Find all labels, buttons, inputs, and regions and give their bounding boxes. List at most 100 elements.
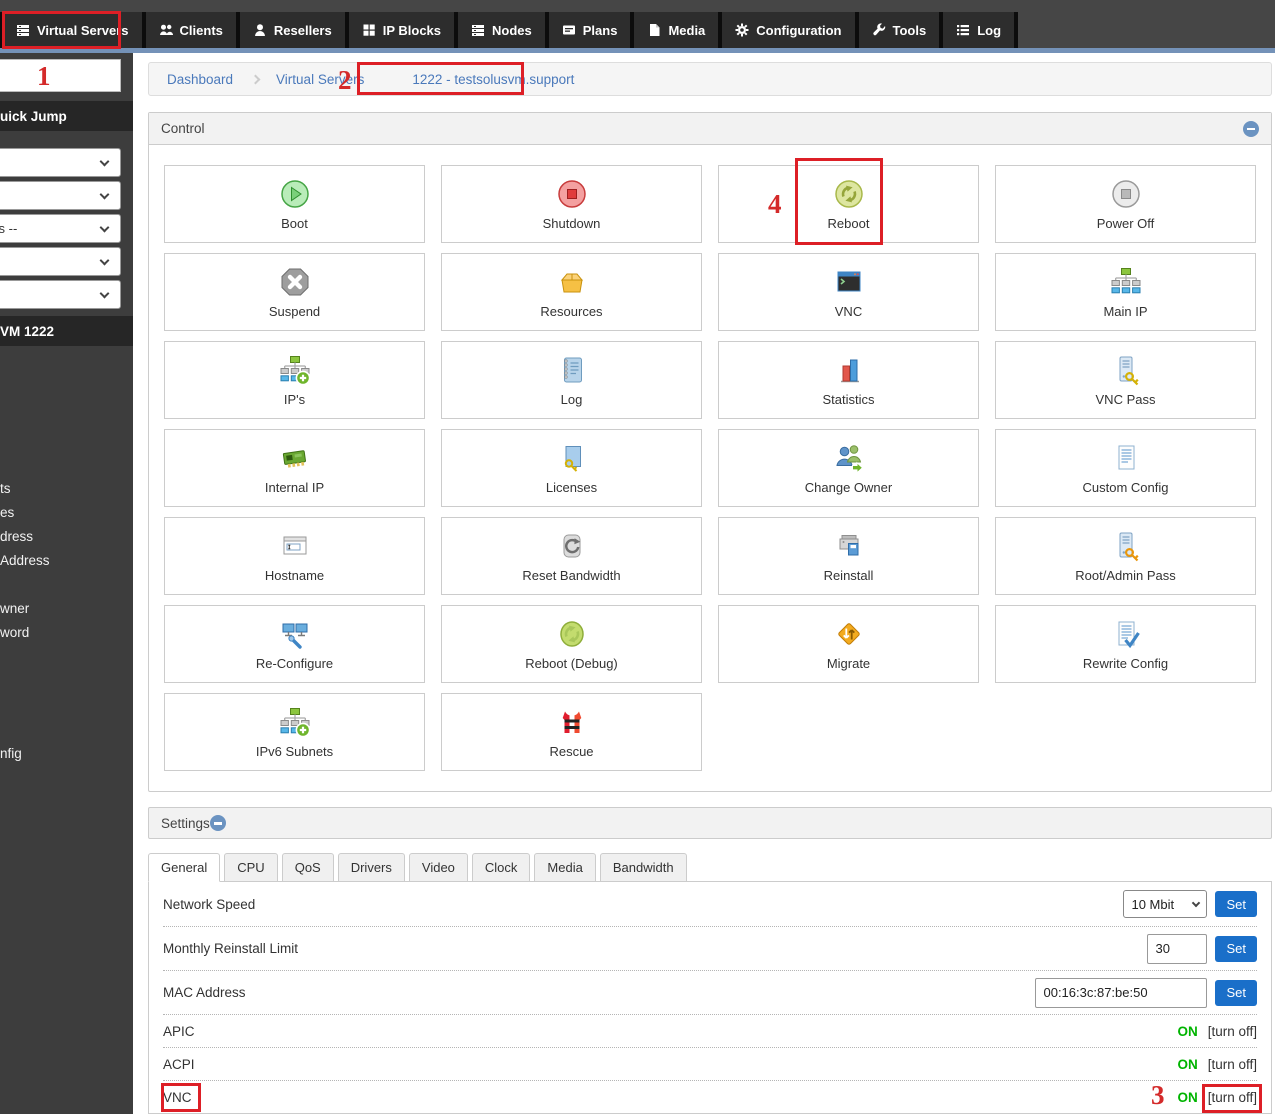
turn-off-link[interactable]: [turn off] xyxy=(1208,1024,1257,1039)
control-button-reboot[interactable]: Reboot xyxy=(718,165,979,243)
settings-row-apic: APIC ON [turn off] xyxy=(163,1014,1257,1047)
control-button-ipv6-subnets[interactable]: IPv6 Subnets xyxy=(164,693,425,771)
sidebar-menu-item[interactable]: ts xyxy=(0,481,11,496)
control-button-migrate[interactable]: Migrate xyxy=(718,605,979,683)
collapse-icon[interactable] xyxy=(1243,120,1259,137)
resources-icon xyxy=(556,265,588,299)
document-icon xyxy=(1110,441,1142,475)
collapse-icon[interactable] xyxy=(209,815,226,831)
settings-row-label: Network Speed xyxy=(163,896,256,912)
control-button-log[interactable]: Log xyxy=(441,341,702,419)
network-speed-select[interactable]: 10 Mbit xyxy=(1123,890,1208,918)
control-button-vnc-pass[interactable]: VNC Pass xyxy=(995,341,1256,419)
control-button-reset-bandwidth[interactable]: Reset Bandwidth xyxy=(441,517,702,595)
reboot-debug-icon xyxy=(556,617,588,651)
nav-item-nodes[interactable]: Nodes xyxy=(458,12,545,48)
control-button-label: IPv6 Subnets xyxy=(255,744,334,759)
tab-clock[interactable]: Clock xyxy=(471,853,531,882)
navbar-items-strip: Virtual Servers Clients Resellers IP Blocks… xyxy=(0,12,1019,48)
control-button-main-ip[interactable]: Main IP xyxy=(995,253,1256,331)
tab-qos[interactable]: QoS xyxy=(281,853,334,882)
breadcrumb-dashboard[interactable]: Dashboard xyxy=(167,72,233,87)
control-button-resources[interactable]: Resources xyxy=(441,253,702,331)
nav-item-clients[interactable]: Clients xyxy=(145,12,236,48)
tab-bandwidth[interactable]: Bandwidth xyxy=(599,853,687,882)
control-button-reinstall[interactable]: Reinstall xyxy=(718,517,979,595)
control-button-reboot-debug-[interactable]: Reboot (Debug) xyxy=(441,605,702,683)
breadcrumb-virtual-servers[interactable]: Virtual Servers xyxy=(276,72,364,87)
control-button-rescue[interactable]: Rescue xyxy=(441,693,702,771)
control-button-re-configure[interactable]: Re-Configure xyxy=(164,605,425,683)
set-button[interactable]: Set xyxy=(1215,891,1257,917)
control-button-rewrite-config[interactable]: Rewrite Config xyxy=(995,605,1256,683)
quick-jump-select-3[interactable]: ers -- xyxy=(0,214,121,243)
quick-jump-label: uick Jump xyxy=(0,108,67,124)
turn-off-link[interactable]: [turn off] xyxy=(1208,1057,1257,1072)
breadcrumb: Dashboard Virtual Servers 1222 - testsol… xyxy=(148,62,1272,96)
nav-item-virtual-servers[interactable]: Virtual Servers xyxy=(3,12,142,48)
change-owner-icon xyxy=(833,441,865,475)
quick-jump-select-2[interactable] xyxy=(0,181,121,210)
licenses-icon xyxy=(556,441,588,475)
sidebar-menu-item[interactable]: wner xyxy=(0,601,29,616)
quick-jump-select-5[interactable] xyxy=(0,280,121,309)
control-button-label: Resources xyxy=(540,304,603,319)
status-on: ON xyxy=(1177,1023,1198,1039)
turn-off-link[interactable]: [turn off] xyxy=(1208,1090,1257,1105)
control-panel-title: Control xyxy=(161,121,205,136)
control-button-label: Shutdown xyxy=(542,216,601,231)
nav-item-plans[interactable]: Plans xyxy=(548,12,631,48)
sidebar-menu-item[interactable]: word xyxy=(0,625,29,640)
sidebar-menu-item[interactable]: es xyxy=(0,505,14,520)
media-icon xyxy=(647,23,661,37)
set-button[interactable]: Set xyxy=(1215,979,1257,1006)
control-button-custom-config[interactable]: Custom Config xyxy=(995,429,1256,507)
vm-header: VM 1222 xyxy=(0,316,133,346)
control-button-boot[interactable]: Boot xyxy=(164,165,425,243)
list-icon xyxy=(956,23,970,37)
control-button-suspend[interactable]: Suspend xyxy=(164,253,425,331)
grid-icon xyxy=(362,23,376,37)
quick-jump-select-1[interactable] xyxy=(0,148,121,177)
tab-cpu[interactable]: CPU xyxy=(224,853,278,882)
sidebar-menu-item[interactable]: Address xyxy=(0,553,50,568)
power-off-icon xyxy=(1110,177,1142,211)
set-button[interactable]: Set xyxy=(1215,935,1257,962)
control-button-power-off[interactable]: Power Off xyxy=(995,165,1256,243)
tab-video[interactable]: Video xyxy=(408,853,468,882)
control-panel-header: Control xyxy=(149,113,1271,145)
control-button-ip-s[interactable]: IP's xyxy=(164,341,425,419)
nav-item-resellers[interactable]: Resellers xyxy=(239,12,345,48)
control-button-hostname[interactable]: Hostname xyxy=(164,517,425,595)
nav-item-media[interactable]: Media xyxy=(634,12,719,48)
control-button-label: VNC xyxy=(834,304,863,319)
control-button-shutdown[interactable]: Shutdown xyxy=(441,165,702,243)
mac-address-input[interactable] xyxy=(1035,977,1208,1008)
control-button-vnc[interactable]: VNC xyxy=(718,253,979,331)
breadcrumb-current-vm[interactable]: 1222 - testsolusvm.support xyxy=(412,72,574,87)
hostname-icon xyxy=(279,529,311,563)
control-button-label: Change Owner xyxy=(804,480,893,495)
settings-row-network-speed: Network Speed 10 Mbit Set xyxy=(163,882,1257,926)
shutdown-icon xyxy=(556,177,588,211)
control-button-change-owner[interactable]: Change Owner xyxy=(718,429,979,507)
monthly-reinstall-limit-input[interactable] xyxy=(1147,933,1208,964)
tab-general[interactable]: General xyxy=(148,853,221,882)
sidebar-search-box[interactable] xyxy=(0,59,121,92)
nav-item-configuration[interactable]: Configuration xyxy=(722,12,855,48)
control-button-licenses[interactable]: Licenses xyxy=(441,429,702,507)
control-button-statistics[interactable]: Statistics xyxy=(718,341,979,419)
nav-item-log[interactable]: Log xyxy=(943,12,1015,48)
sidebar-menu-item[interactable]: dress xyxy=(0,529,33,544)
control-button-internal-ip[interactable]: Internal IP xyxy=(164,429,425,507)
quick-jump-select-4[interactable] xyxy=(0,247,121,276)
rescue-icon xyxy=(556,705,588,739)
control-button-label: Reboot (Debug) xyxy=(525,656,618,671)
nav-item-ip-blocks[interactable]: IP Blocks xyxy=(348,12,455,48)
nav-item-tools[interactable]: Tools xyxy=(858,12,940,48)
tab-drivers[interactable]: Drivers xyxy=(337,853,405,882)
control-button-root-admin-pass[interactable]: Root/Admin Pass xyxy=(995,517,1256,595)
tab-media[interactable]: Media xyxy=(534,853,596,882)
control-button-label: Main IP xyxy=(1103,304,1148,319)
sidebar-menu-item[interactable]: nfig xyxy=(0,746,22,761)
